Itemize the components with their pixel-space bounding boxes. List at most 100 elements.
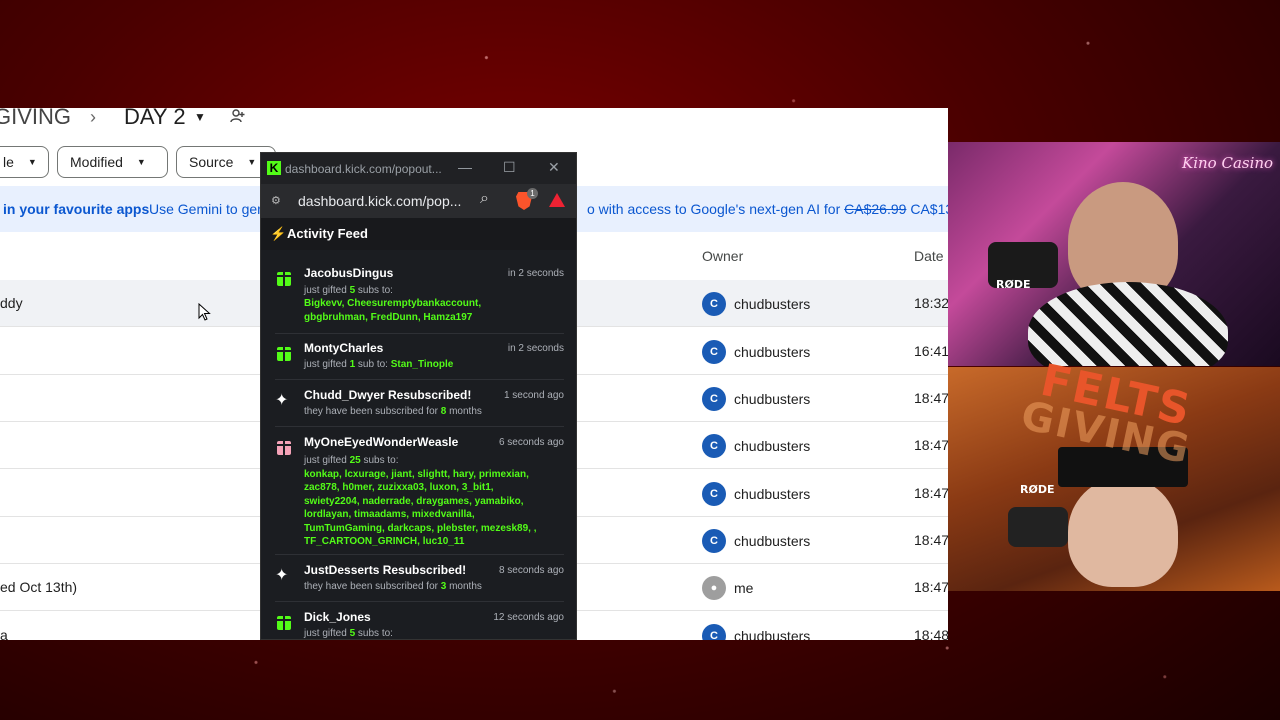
feed-message: just gifted 1 sub to: Stan_Tinople bbox=[304, 359, 454, 370]
avatar: C bbox=[702, 292, 726, 316]
kick-popout-window[interactable]: K dashboard.kick.com/popout... — ☐ ✕ ⚙ d… bbox=[260, 152, 577, 640]
file-date: 18:47 bbox=[914, 532, 948, 548]
file-owner: Cchudbusters bbox=[702, 624, 810, 640]
kick-logo-icon: K bbox=[267, 161, 281, 175]
host-shirt bbox=[1028, 282, 1228, 366]
avatar: C bbox=[702, 482, 726, 506]
feed-item: MyOneEyedWonderWeasle 6 seconds ago just… bbox=[261, 435, 576, 547]
url-text[interactable]: dashboard.kick.com/pop... bbox=[298, 193, 461, 209]
file-date: 16:41 bbox=[914, 343, 948, 359]
feed-time: 8 seconds ago bbox=[498, 565, 564, 576]
owner-name: chudbusters bbox=[734, 391, 811, 407]
breadcrumb-parent[interactable]: GIVING bbox=[0, 108, 71, 130]
webcam-host: RØDE bbox=[948, 142, 1280, 366]
close-icon[interactable]: ✕ bbox=[548, 159, 560, 176]
avatar: ● bbox=[702, 576, 726, 600]
feed-time: 1 second ago bbox=[503, 390, 564, 401]
feed-username[interactable]: Dick_Jones bbox=[304, 610, 371, 624]
file-date: 18:32 bbox=[914, 295, 948, 311]
owner-name: chudbusters bbox=[734, 486, 811, 502]
file-name: ed Oct 13th) bbox=[0, 579, 78, 595]
owner-name: chudbusters bbox=[734, 344, 811, 360]
feed-username[interactable]: MontyCharles bbox=[304, 341, 383, 355]
gift-icon bbox=[277, 347, 291, 361]
banner-text-1: Use Gemini to ger bbox=[149, 201, 262, 217]
activity-feed-header: ⚡ Activity Feed bbox=[261, 218, 576, 250]
file-name: a bbox=[0, 627, 8, 640]
guest-face bbox=[1068, 477, 1178, 587]
feed-time: in 2 seconds bbox=[507, 343, 564, 354]
brave-rewards-icon[interactable] bbox=[549, 193, 565, 207]
feed-time: in 2 seconds bbox=[507, 268, 564, 279]
neon-sign: Kino Casino bbox=[1182, 154, 1274, 172]
caret-down-icon: ▼ bbox=[136, 157, 146, 167]
file-name: ddy bbox=[0, 295, 23, 311]
feed-username[interactable]: JustDesserts Resubscribed! bbox=[304, 563, 466, 577]
mic-brand: RØDE bbox=[996, 278, 1031, 291]
breadcrumb-current[interactable]: DAY 2 bbox=[124, 108, 186, 130]
caret-down-icon[interactable]: ▼ bbox=[194, 110, 206, 124]
lightning-icon: ⚡ bbox=[270, 226, 287, 241]
mouse-cursor-icon bbox=[198, 303, 211, 321]
avatar: C bbox=[702, 387, 726, 411]
share-people-icon[interactable] bbox=[230, 108, 246, 124]
microphone bbox=[1008, 507, 1068, 547]
sparkle-icon: ✦ bbox=[275, 392, 289, 409]
divider bbox=[275, 379, 564, 380]
filter-type-label: le bbox=[3, 154, 14, 170]
owner-column-header[interactable]: Owner bbox=[702, 248, 743, 264]
feed-item: Dick_Jones 12 seconds ago just gifted 5 … bbox=[261, 610, 576, 639]
shield-count-badge: 1 bbox=[527, 188, 538, 199]
avatar: C bbox=[702, 529, 726, 553]
file-date: 18:47 bbox=[914, 437, 948, 453]
feed-username[interactable]: MyOneEyedWonderWeasle bbox=[304, 435, 458, 449]
gift-icon bbox=[277, 272, 291, 286]
banner-text-2: o with access to Google's next-gen AI fo… bbox=[587, 201, 948, 217]
maximize-icon[interactable]: ☐ bbox=[503, 159, 516, 176]
banner-old-price: CA$26.99 bbox=[844, 201, 907, 217]
file-date: 18:47 bbox=[914, 579, 948, 595]
zoom-icon[interactable]: ⌕ bbox=[480, 190, 489, 208]
owner-name: chudbusters bbox=[734, 296, 811, 312]
window-titlebar[interactable]: K dashboard.kick.com/popout... — ☐ ✕ bbox=[261, 153, 576, 184]
feed-item: JacobusDingus in 2 seconds just gifted 5… bbox=[261, 266, 576, 328]
caret-down-icon: ▼ bbox=[247, 157, 257, 167]
feed-time: 12 seconds ago bbox=[493, 612, 564, 623]
banner-offer: o with access to Google's next-gen AI fo… bbox=[587, 201, 841, 217]
divider bbox=[275, 426, 564, 427]
minimize-icon[interactable]: — bbox=[458, 159, 472, 175]
date-column-header[interactable]: Date bbox=[914, 248, 944, 264]
divider bbox=[275, 554, 564, 555]
feed-recipients: swiety2204, naderrade, draygames, yamabi… bbox=[304, 496, 524, 507]
address-bar[interactable]: ⚙ dashboard.kick.com/pop... ⌕ 1 bbox=[261, 184, 576, 218]
gift-icon bbox=[277, 616, 291, 630]
filter-type-chip[interactable]: le ▼ bbox=[0, 146, 49, 178]
feed-message: just gifted 5 subs to: bbox=[304, 285, 393, 296]
feed-item: ✦ Chudd_Dwyer Resubscribed! 1 second ago… bbox=[261, 388, 576, 418]
filter-modified-chip[interactable]: Modified ▼ bbox=[57, 146, 168, 178]
file-owner: Cchudbusters bbox=[702, 387, 810, 411]
feed-username[interactable]: Chudd_Dwyer Resubscribed! bbox=[304, 388, 471, 402]
filter-modified-label: Modified bbox=[70, 154, 123, 170]
divider bbox=[275, 333, 564, 334]
filter-source-label: Source bbox=[189, 154, 234, 170]
owner-name: chudbusters bbox=[734, 438, 811, 454]
feed-recipients: zac878, h0mer, zuzixxa03, luxon, 3_bit1, bbox=[304, 482, 494, 493]
feed-recipients: TF_CARTOON_GRINCH, luc10_11 bbox=[304, 536, 465, 547]
file-date: 18:47 bbox=[914, 485, 948, 501]
window-title: dashboard.kick.com/popout... bbox=[285, 162, 442, 176]
feed-time: 6 seconds ago bbox=[498, 437, 564, 448]
feed-message: they have been subscribed for 8 months bbox=[304, 406, 482, 417]
avatar: C bbox=[702, 624, 726, 640]
feed-item: ✦ JustDesserts Resubscribed! 8 seconds a… bbox=[261, 563, 576, 593]
owner-name: chudbusters bbox=[734, 628, 811, 640]
feed-recipients: lordlayan, timaadams, mixedvanilla, bbox=[304, 509, 475, 520]
feed-recipients: gbgbruhman, FredDunn, Hamza197 bbox=[304, 312, 473, 323]
site-settings-icon[interactable]: ⚙ bbox=[271, 194, 281, 207]
feed-recipients: konkap, lcxurage, jiant, slightt, hary, … bbox=[304, 469, 529, 480]
avatar: C bbox=[702, 340, 726, 364]
feed-message: they have been subscribed for 3 months bbox=[304, 581, 482, 592]
feed-recipients: TumTumGaming, darkcaps, plebster, mezesk… bbox=[304, 523, 537, 534]
feed-username[interactable]: JacobusDingus bbox=[304, 266, 393, 280]
feed-message: just gifted 5 subs to: bbox=[304, 628, 393, 639]
